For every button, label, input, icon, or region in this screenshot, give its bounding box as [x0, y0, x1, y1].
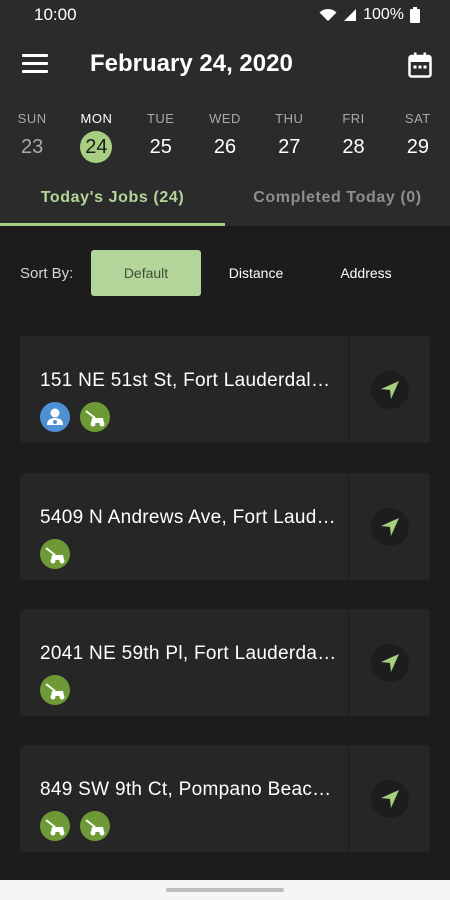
sort-distance-button[interactable]: Distance	[201, 250, 311, 296]
job-card[interactable]: 5409 N Andrews Ave, Fort Lauderdale, FL	[20, 473, 430, 580]
tab-completed-today[interactable]: Completed Today (0)	[225, 170, 450, 226]
day-fri[interactable]: FRI 28	[321, 100, 385, 170]
calendar-icon	[408, 52, 432, 78]
day-name: SUN	[17, 111, 47, 126]
day-number: 26	[213, 136, 237, 158]
status-icons: 100%	[319, 6, 420, 24]
day-number: 27	[278, 136, 301, 158]
navigate-icon	[380, 653, 399, 672]
job-card[interactable]: 849 SW 9th Ct, Pompano Beach, FL	[20, 745, 430, 852]
mower-icon	[80, 811, 110, 841]
job-details[interactable]: 2041 NE 59th Pl, Fort Lauderdale, FL	[20, 609, 349, 716]
calendar-button[interactable]	[408, 52, 432, 78]
sort-row: Sort By: Default Distance Address	[0, 250, 450, 296]
tab-todays-jobs[interactable]: Today's Jobs (24)	[0, 170, 225, 226]
navigate-icon-bg	[370, 779, 409, 818]
app-bar: February 24, 2020	[0, 30, 450, 100]
person-icon	[40, 402, 70, 432]
job-details[interactable]: 151 NE 51st St, Fort Lauderdale, FL	[20, 336, 349, 443]
day-number: 28	[342, 136, 365, 158]
day-name: SAT	[404, 111, 431, 126]
day-number: 23	[21, 136, 44, 158]
day-number: 25	[149, 136, 172, 158]
job-address: 151 NE 51st St, Fort Lauderdale, FL	[40, 370, 338, 391]
job-address: 5409 N Andrews Ave, Fort Lauderdale, FL	[40, 507, 338, 528]
day-thu[interactable]: THU 27	[257, 100, 321, 170]
battery-percent: 100%	[363, 6, 404, 23]
sort-default-button[interactable]: Default	[91, 250, 201, 296]
menu-button[interactable]	[22, 54, 48, 76]
navigate-button[interactable]	[349, 745, 430, 852]
sort-address-button[interactable]: Address	[311, 250, 421, 296]
battery-icon	[410, 7, 420, 23]
job-service-icons	[40, 539, 348, 569]
day-wed[interactable]: WED 26	[193, 100, 257, 170]
day-sat[interactable]: SAT 29	[386, 100, 450, 170]
navigate-icon	[380, 789, 399, 808]
job-details[interactable]: 5409 N Andrews Ave, Fort Lauderdale, FL	[20, 473, 349, 580]
navigate-icon-bg	[370, 643, 409, 682]
day-number-selected: 24	[80, 131, 113, 163]
status-bar: 10:00 100%	[0, 0, 450, 30]
job-tabs: Today's Jobs (24) Completed Today (0)	[0, 170, 450, 226]
mower-icon	[40, 811, 70, 841]
navigate-icon	[380, 380, 399, 399]
system-nav-bar	[0, 880, 450, 900]
job-service-icons	[40, 402, 348, 432]
signal-icon	[344, 9, 357, 21]
navigate-icon	[380, 517, 399, 536]
day-tue[interactable]: TUE 25	[129, 100, 193, 170]
day-number: 29	[406, 136, 429, 158]
week-strip: SUN 23 MON 24 TUE 25 WED 26 THU 27 FRI 2…	[0, 100, 450, 170]
menu-icon-line	[22, 70, 48, 73]
day-name: MON	[80, 111, 113, 126]
page-title: February 24, 2020	[90, 50, 293, 77]
status-time: 10:00	[34, 5, 77, 24]
home-indicator[interactable]	[166, 888, 284, 892]
mower-icon	[80, 402, 110, 432]
menu-icon-line	[22, 62, 48, 65]
navigate-button[interactable]	[349, 336, 430, 443]
job-address: 2041 NE 59th Pl, Fort Lauderdale, FL	[40, 643, 338, 664]
menu-icon-line	[22, 54, 48, 57]
day-name: TUE	[146, 111, 175, 126]
day-name: THU	[275, 111, 304, 126]
job-service-icons	[40, 811, 348, 841]
sort-label: Sort By:	[20, 264, 74, 282]
mower-icon	[40, 539, 70, 569]
day-mon[interactable]: MON 24	[64, 100, 128, 170]
navigate-icon-bg	[370, 507, 409, 546]
job-service-icons	[40, 675, 348, 705]
day-sun[interactable]: SUN 23	[0, 100, 64, 170]
job-details[interactable]: 849 SW 9th Ct, Pompano Beach, FL	[20, 745, 349, 852]
navigate-button[interactable]	[349, 473, 430, 580]
day-name: FRI	[342, 111, 365, 126]
navigate-icon-bg	[370, 370, 409, 409]
job-card[interactable]: 2041 NE 59th Pl, Fort Lauderdale, FL	[20, 609, 430, 716]
navigate-button[interactable]	[349, 609, 430, 716]
wifi-icon	[319, 8, 337, 21]
job-address: 849 SW 9th Ct, Pompano Beach, FL	[40, 779, 338, 800]
job-card[interactable]: 151 NE 51st St, Fort Lauderdale, FL	[20, 336, 430, 443]
mower-icon	[40, 675, 70, 705]
day-name: WED	[209, 111, 241, 126]
